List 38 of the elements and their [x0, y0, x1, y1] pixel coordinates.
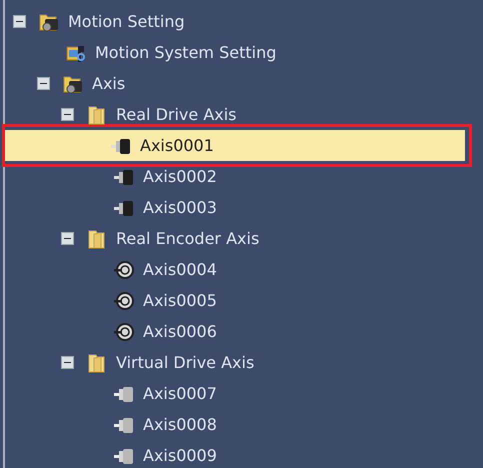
- item-label: Axis0006: [142, 322, 218, 341]
- collapse-icon[interactable]: [13, 15, 26, 28]
- item-label: Real Drive Axis: [115, 105, 238, 124]
- tree-item[interactable]: Axis0008: [5, 409, 483, 440]
- tree-item[interactable]: Axis0003: [5, 192, 483, 223]
- item-label: Axis0005: [142, 291, 218, 310]
- tree-item[interactable]: Real Drive Axis: [5, 99, 483, 130]
- tree-item[interactable]: Axis: [5, 68, 483, 99]
- tree-item[interactable]: Axis0007: [5, 378, 483, 409]
- collapse-icon[interactable]: [61, 232, 74, 245]
- encoder-icon: [113, 320, 135, 342]
- item-label: Motion System Setting: [94, 43, 278, 62]
- tree-item[interactable]: Axis0002: [5, 161, 483, 192]
- tree-item[interactable]: Axis0009: [5, 440, 483, 468]
- collapse-icon[interactable]: [61, 108, 74, 121]
- tree-item[interactable]: Real Encoder Axis: [5, 223, 483, 254]
- tree-item[interactable]: Axis0001: [5, 130, 465, 161]
- item-label: Virtual Drive Axis: [115, 353, 256, 372]
- item-label: Real Encoder Axis: [115, 229, 260, 248]
- tree-item[interactable]: Axis0005: [5, 285, 483, 316]
- item-label: Axis: [91, 74, 126, 93]
- item-label: Axis0007: [142, 384, 218, 403]
- encoder-icon: [113, 258, 135, 280]
- item-label: Axis0001: [139, 136, 215, 155]
- collapse-icon[interactable]: [61, 356, 74, 369]
- tree-item[interactable]: Virtual Drive Axis: [5, 347, 483, 378]
- item-label: Motion Setting: [67, 12, 186, 31]
- tree-item[interactable]: Axis0004: [5, 254, 483, 285]
- item-label: Axis0009: [142, 446, 218, 465]
- tree-item[interactable]: Motion System Setting: [5, 37, 483, 68]
- item-label: Axis0004: [142, 260, 218, 279]
- item-label: Axis0002: [142, 167, 218, 186]
- tree-item[interactable]: Axis0006: [5, 316, 483, 347]
- tree-item[interactable]: Motion Setting: [5, 6, 483, 37]
- collapse-icon[interactable]: [37, 77, 50, 90]
- encoder-icon: [113, 290, 135, 312]
- item-label: Axis0008: [142, 415, 218, 434]
- item-label: Axis0003: [142, 198, 218, 217]
